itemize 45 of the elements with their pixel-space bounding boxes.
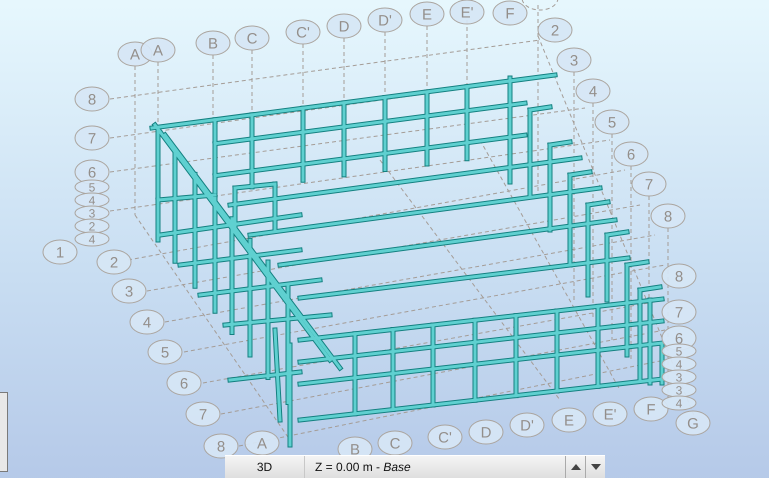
axis-bubble: E <box>410 2 444 26</box>
axis-bubble: E <box>552 408 586 432</box>
axis-bubble: 5 <box>148 340 182 364</box>
triangle-down-icon <box>590 464 600 470</box>
axis-bubble: D' <box>510 412 544 438</box>
axis-bubble: C' <box>286 20 320 44</box>
axis-bubble: 7 <box>632 172 666 196</box>
axis-bubble: C' <box>428 424 462 450</box>
axis-bubble: 7 <box>74 126 110 150</box>
triangle-up-icon <box>570 464 580 470</box>
axis-bubble: 5 <box>594 110 630 134</box>
axis-bubble: 2 <box>96 250 132 274</box>
axis-bubble: A <box>244 430 280 456</box>
axis-bubble: 8 <box>74 86 110 112</box>
axis-bubble: D' <box>368 8 402 32</box>
axis-bubble: 3 <box>556 48 592 72</box>
axis-bubble: 6 <box>166 370 202 396</box>
axis-bubble: 7 <box>186 402 220 426</box>
axis-bubble: C <box>234 26 270 50</box>
axis-bubble: E' <box>592 402 628 426</box>
axis-bubble: F <box>634 396 668 422</box>
level-selector[interactable]: Z = 0.00 m - Base <box>305 456 565 478</box>
axis-bubble: 7 <box>662 300 696 324</box>
axis-bubble: 8 <box>662 264 696 288</box>
axis-bubble: A <box>140 38 176 62</box>
axis-bubble: 4 <box>130 310 164 334</box>
axis-bubble: D <box>468 420 504 444</box>
level-down-button[interactable] <box>585 456 605 478</box>
axis-bubble: 4 <box>576 78 610 104</box>
level-up-button[interactable] <box>565 456 585 478</box>
axis-bubble: C <box>378 430 412 456</box>
axis-bubble: 6 <box>614 142 648 166</box>
axis-bubble: D <box>326 14 362 38</box>
axis-bubble: 1 <box>42 240 78 264</box>
axis-bubble: 3 <box>112 278 146 304</box>
axis-bubble: 4 <box>74 232 110 246</box>
view-mode-button[interactable]: 3D <box>225 456 305 478</box>
axis-bubble: B <box>196 30 230 56</box>
axis-bubble: 2 <box>538 18 572 42</box>
axis-bubble: 4 <box>662 396 696 410</box>
axis-bubble: G <box>676 410 710 436</box>
axis-bubble: E' <box>450 0 484 24</box>
axis-bubble: 8 <box>204 434 238 458</box>
axis-bubble: F <box>492 0 528 26</box>
axis-bubble: 8 <box>650 204 686 228</box>
